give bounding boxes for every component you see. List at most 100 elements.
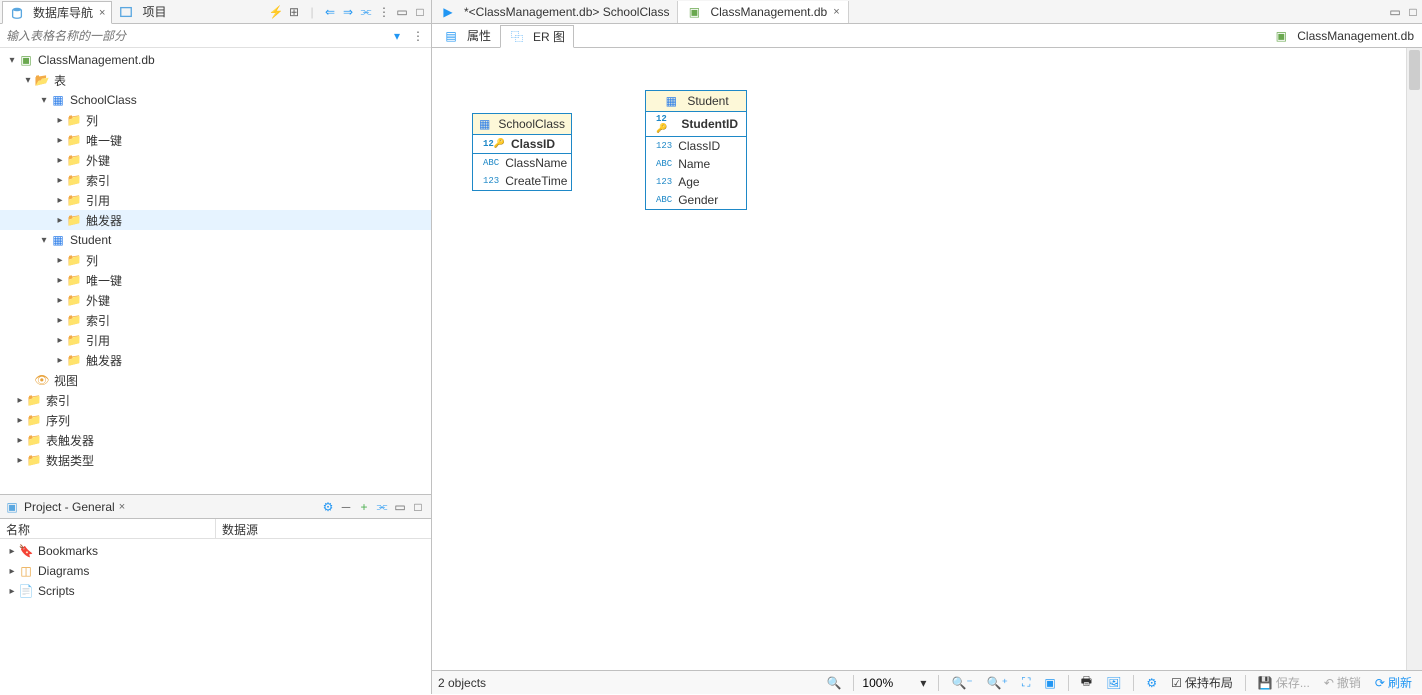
er-column[interactable]: ABCName bbox=[646, 155, 746, 173]
er-column[interactable]: ABCGender bbox=[646, 191, 746, 209]
er-column[interactable]: ABCClassName bbox=[473, 154, 571, 172]
tree-sc-index[interactable]: ▸📁索引 bbox=[0, 170, 431, 190]
er-column[interactable]: 123CreateTime bbox=[473, 172, 571, 190]
properties-icon: ▤ bbox=[443, 28, 459, 44]
scroll-thumb[interactable] bbox=[1409, 50, 1420, 90]
er-title: ▦SchoolClass bbox=[473, 114, 571, 135]
proj-scripts[interactable]: ▸📄Scripts bbox=[0, 581, 431, 601]
er-canvas[interactable]: ▦SchoolClass 12🔑ClassID ABCClassName 123… bbox=[432, 48, 1422, 670]
filter-menu-icon[interactable]: ⋮ bbox=[409, 27, 427, 45]
tree-st-unique[interactable]: ▸📁唯一键 bbox=[0, 270, 431, 290]
tree-sc-fk[interactable]: ▸📁外键 bbox=[0, 150, 431, 170]
zoom-out-icon[interactable]: 🔍⁻ bbox=[947, 674, 976, 692]
tree-st-ref[interactable]: ▸📁引用 bbox=[0, 330, 431, 350]
export-icon[interactable]: 🖼 bbox=[1102, 674, 1125, 692]
er-table-schoolclass[interactable]: ▦SchoolClass 12🔑ClassID ABCClassName 123… bbox=[472, 113, 572, 191]
revert-button[interactable]: ↶ 撤销 bbox=[1320, 672, 1365, 693]
zoom-search-icon[interactable]: 🔍 bbox=[822, 674, 845, 692]
zoom-in-icon[interactable]: 🔍⁺ bbox=[983, 674, 1012, 692]
folder-icon: 📁 bbox=[26, 452, 42, 468]
col-source[interactable]: 数据源 bbox=[215, 519, 431, 538]
tab-project[interactable]: 项目 bbox=[112, 1, 172, 22]
tab-db-nav[interactable]: 数据库导航 × bbox=[2, 1, 112, 24]
tree-sc-trigger[interactable]: ▸📁触发器 bbox=[0, 210, 431, 230]
er-diagram-icon: ⿻ bbox=[509, 29, 525, 45]
tree-views[interactable]: 👁视图 bbox=[0, 370, 431, 390]
project-icon bbox=[118, 4, 134, 20]
er-table-student[interactable]: ▦Student 12🔑StudentID 123ClassID ABCName… bbox=[645, 90, 747, 210]
tree-sc-ref[interactable]: ▸📁引用 bbox=[0, 190, 431, 210]
subtab-properties[interactable]: ▤ 属性 bbox=[434, 24, 500, 47]
er-column-pk[interactable]: 12🔑ClassID bbox=[473, 135, 571, 154]
zoom-input[interactable] bbox=[862, 676, 910, 690]
tree-db[interactable]: ▾▣ClassManagement.db bbox=[0, 50, 431, 70]
tree-st-columns[interactable]: ▸📁列 bbox=[0, 250, 431, 270]
gear-icon[interactable]: ⚙ bbox=[319, 498, 337, 516]
maximize-icon[interactable]: □ bbox=[1404, 3, 1422, 21]
new-folder-icon[interactable]: ⊞ bbox=[285, 3, 303, 21]
close-icon[interactable]: × bbox=[99, 7, 105, 19]
fit-icon[interactable]: ⛶ bbox=[1018, 673, 1034, 692]
save-button[interactable]: 💾 保存... bbox=[1254, 672, 1314, 693]
separator: | bbox=[303, 3, 321, 21]
tree-data-types[interactable]: ▸📁数据类型 bbox=[0, 450, 431, 470]
tree-sequences[interactable]: ▸📁序列 bbox=[0, 410, 431, 430]
folder-icon: 📁 bbox=[66, 212, 82, 228]
minimize-icon[interactable]: ▭ bbox=[1386, 3, 1404, 21]
type-num-icon: 123 bbox=[654, 141, 674, 151]
actual-size-icon[interactable]: ▣ bbox=[1040, 674, 1059, 692]
sql-icon: ▶ bbox=[440, 4, 456, 20]
filter-input[interactable] bbox=[0, 27, 384, 45]
tree-table-triggers[interactable]: ▸📁表触发器 bbox=[0, 430, 431, 450]
subtab-er[interactable]: ⿻ ER 图 bbox=[500, 25, 574, 48]
zoom-dropdown-icon[interactable]: ▾ bbox=[916, 674, 930, 692]
add-icon[interactable]: + bbox=[355, 498, 373, 516]
tree-table-schoolclass[interactable]: ▾▦SchoolClass bbox=[0, 90, 431, 110]
minimize-icon[interactable]: ▭ bbox=[391, 498, 409, 516]
back-icon[interactable]: ⇐ bbox=[321, 3, 339, 21]
type-num-icon: 123 bbox=[654, 177, 674, 187]
er-column[interactable]: 123Age bbox=[646, 173, 746, 191]
type-text-icon: ABC bbox=[481, 158, 501, 168]
keep-layout-button[interactable]: ☑ 保持布局 bbox=[1167, 672, 1237, 693]
col-name[interactable]: 名称 bbox=[0, 519, 215, 538]
print-icon[interactable]: 🖶 bbox=[1077, 670, 1096, 695]
tree-indexes[interactable]: ▸📁索引 bbox=[0, 390, 431, 410]
minimize-icon[interactable]: ▭ bbox=[393, 3, 411, 21]
tree-table-student[interactable]: ▾▦Student bbox=[0, 230, 431, 250]
editor-tab-schoolclass[interactable]: ▶ *<ClassManagement.db> SchoolClass bbox=[432, 1, 678, 23]
editor-tab-db[interactable]: ▣ ClassManagement.db × bbox=[678, 1, 848, 23]
tree-sc-unique[interactable]: ▸📁唯一键 bbox=[0, 130, 431, 150]
vertical-scrollbar[interactable] bbox=[1406, 48, 1422, 670]
connect-icon[interactable]: ⚡ bbox=[267, 3, 285, 21]
tree-st-trigger[interactable]: ▸📁触发器 bbox=[0, 350, 431, 370]
editor-tabs: ▶ *<ClassManagement.db> SchoolClass ▣ Cl… bbox=[432, 0, 1422, 24]
forward-icon[interactable]: ⇒ bbox=[339, 3, 357, 21]
er-column-pk[interactable]: 12🔑StudentID bbox=[646, 112, 746, 137]
er-title: ▦Student bbox=[646, 91, 746, 112]
tree-st-index[interactable]: ▸📁索引 bbox=[0, 310, 431, 330]
close-icon[interactable]: × bbox=[833, 6, 839, 18]
table-icon: ▦ bbox=[479, 116, 490, 132]
proj-bookmarks[interactable]: ▸🔖Bookmarks bbox=[0, 541, 431, 561]
proj-diagrams[interactable]: ▸◫Diagrams bbox=[0, 561, 431, 581]
maximize-icon[interactable]: □ bbox=[409, 498, 427, 516]
menu-icon[interactable]: ⋮ bbox=[375, 3, 393, 21]
filter-icon[interactable]: ▾ bbox=[388, 27, 406, 45]
breadcrumb[interactable]: ▣ ClassManagement.db bbox=[1273, 28, 1422, 44]
bookmarks-icon: 🔖 bbox=[18, 543, 34, 559]
collapse-icon[interactable]: ─ bbox=[337, 498, 355, 516]
er-column[interactable]: 123ClassID bbox=[646, 137, 746, 155]
refresh-button[interactable]: ⟳ 刷新 bbox=[1371, 672, 1416, 693]
tree-tables[interactable]: ▾📂表 bbox=[0, 70, 431, 90]
tree-st-fk[interactable]: ▸📁外键 bbox=[0, 290, 431, 310]
tree-sc-columns[interactable]: ▸📁列 bbox=[0, 110, 431, 130]
table-icon: ▦ bbox=[50, 92, 66, 108]
settings-icon[interactable]: ⚙ bbox=[1142, 674, 1161, 692]
project-header: ▣ Project - General × ⚙ ─ + ⫘ ▭ □ bbox=[0, 495, 431, 519]
right-pane: ▶ *<ClassManagement.db> SchoolClass ▣ Cl… bbox=[432, 0, 1422, 694]
link-icon[interactable]: ⫘ bbox=[373, 498, 391, 516]
close-icon[interactable]: × bbox=[119, 501, 125, 513]
maximize-icon[interactable]: □ bbox=[411, 3, 429, 21]
link-icon[interactable]: ⫘ bbox=[357, 3, 375, 21]
